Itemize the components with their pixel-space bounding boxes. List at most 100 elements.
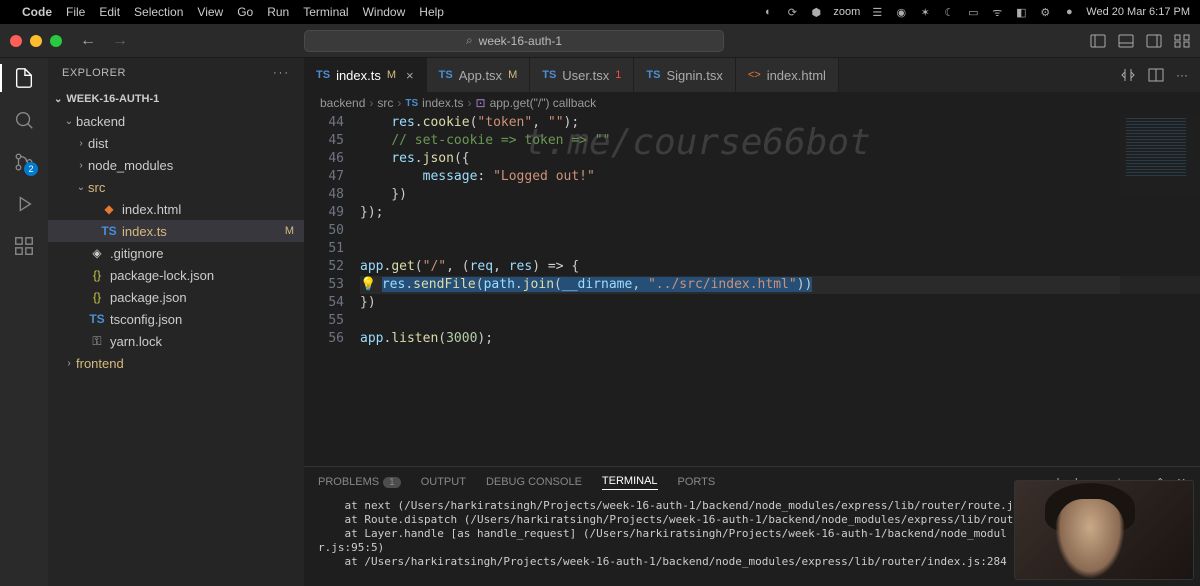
battery-icon[interactable]: ▭ — [966, 5, 980, 19]
nav-forward-button[interactable]: → — [112, 32, 128, 50]
layout-panel-icon[interactable] — [1118, 33, 1134, 49]
tree-folder[interactable]: ›node_modules — [48, 154, 304, 176]
status-icon[interactable]: ✶ — [918, 5, 932, 19]
control-center-icon[interactable]: ⚙ — [1038, 5, 1052, 19]
panel-tab-problems[interactable]: PROBLEMS 1 — [318, 476, 401, 488]
tree-file[interactable]: TSindex.tsM — [48, 220, 304, 242]
zoom-label[interactable]: zoom — [833, 6, 860, 18]
layout-sidebar-left-icon[interactable] — [1090, 33, 1106, 49]
breadcrumb-segment[interactable]: index.ts — [422, 96, 463, 110]
tab-label: Signin.tsx — [666, 68, 722, 83]
tree-label: package-lock.json — [110, 268, 304, 283]
customize-layout-icon[interactable] — [1174, 33, 1190, 49]
project-root-label: WEEK-16-AUTH-1 — [66, 93, 159, 105]
split-editor-icon[interactable] — [1148, 67, 1164, 83]
menu-run[interactable]: Run — [267, 5, 289, 19]
tab-label: App.tsx — [459, 68, 502, 83]
chevron-down-icon: ⌄ — [54, 94, 62, 105]
minimap[interactable] — [1120, 114, 1200, 466]
status-icon[interactable]: ● — [1062, 5, 1076, 19]
tree-file[interactable]: ⚿yarn.lock — [48, 330, 304, 352]
traffic-lights — [10, 35, 62, 47]
nav-back-button[interactable]: ← — [80, 32, 96, 50]
status-icon[interactable]: ◉ — [894, 5, 908, 19]
panel-tab-debug-console[interactable]: DEBUG CONSOLE — [486, 476, 582, 488]
search-icon: ⌕ — [466, 33, 473, 48]
tree-label: node_modules — [88, 158, 304, 173]
chevron-icon: ⌄ — [74, 182, 88, 193]
status-icon[interactable]: ⬢ — [809, 5, 823, 19]
menu-file[interactable]: File — [66, 5, 85, 19]
panel-tab-ports[interactable]: PORTS — [678, 476, 716, 488]
debug-tab[interactable] — [12, 192, 36, 216]
menu-selection[interactable]: Selection — [134, 5, 183, 19]
editor-tab[interactable]: TSApp.tsxM — [427, 58, 531, 92]
chevron-icon: › — [74, 160, 88, 171]
tree-file[interactable]: {}package.json — [48, 286, 304, 308]
status-icon[interactable]: ◧ — [1014, 5, 1028, 19]
sidebar-more-icon[interactable]: ··· — [273, 67, 290, 79]
tree-file[interactable]: TStsconfig.json — [48, 308, 304, 330]
sidebar: EXPLORER ··· ⌄ WEEK-16-AUTH-1 ⌄backend›d… — [48, 58, 304, 586]
macos-menubar: Code File Edit Selection View Go Run Ter… — [0, 0, 1200, 24]
editor-tab[interactable]: <>index.html — [736, 58, 839, 92]
tab-label: index.ts — [336, 68, 381, 83]
tree-label: backend — [76, 114, 304, 129]
app-name[interactable]: Code — [22, 5, 52, 19]
breadcrumb-segment[interactable]: src — [377, 96, 393, 110]
clock[interactable]: Wed 20 Mar 6:17 PM — [1086, 6, 1190, 18]
close-icon[interactable]: × — [406, 68, 414, 83]
tree-folder[interactable]: ›frontend — [48, 352, 304, 374]
editor-tab[interactable]: TSindex.tsM× — [304, 58, 427, 92]
status-icon[interactable]: ☰ — [870, 5, 884, 19]
search-text: week-16-auth-1 — [479, 34, 562, 48]
status-icon[interactable]: ⟳ — [785, 5, 799, 19]
tree-folder[interactable]: ›dist — [48, 132, 304, 154]
chevron-icon: › — [74, 138, 88, 149]
code[interactable]: res.cookie("token", ""); // set-cookie =… — [360, 114, 1200, 466]
wifi-icon[interactable]: ᯤ — [990, 5, 1004, 19]
tree-file[interactable]: ◈.gitignore — [48, 242, 304, 264]
menu-terminal[interactable]: Terminal — [303, 5, 348, 19]
tree-folder[interactable]: ⌄backend — [48, 110, 304, 132]
close-window-button[interactable] — [10, 35, 22, 47]
code-editor[interactable]: t.me/course66bot 44454647484950515253545… — [304, 114, 1200, 466]
panel-tab-output[interactable]: OUTPUT — [421, 476, 466, 488]
search-tab[interactable] — [12, 108, 36, 132]
explorer-tab[interactable] — [12, 66, 36, 90]
breadcrumb[interactable]: backend›src›TSindex.ts›⊡app.get("/") cal… — [304, 92, 1200, 114]
extensions-tab[interactable] — [12, 234, 36, 258]
scm-tab[interactable]: 2 — [12, 150, 36, 174]
tree-file[interactable]: {}package-lock.json — [48, 264, 304, 286]
tree-label: index.html — [122, 202, 304, 217]
tree-folder[interactable]: ⌄src — [48, 176, 304, 198]
menu-help[interactable]: Help — [419, 5, 444, 19]
tab-badge: M — [387, 69, 396, 81]
problems-badge: 1 — [383, 477, 401, 488]
menu-window[interactable]: Window — [363, 5, 406, 19]
status-icon[interactable]: ◐ — [761, 5, 775, 19]
minimize-window-button[interactable] — [30, 35, 42, 47]
command-center[interactable]: ⌕ week-16-auth-1 — [304, 30, 724, 52]
sidebar-title: EXPLORER — [62, 67, 126, 79]
editor-tab[interactable]: TSUser.tsx1 — [530, 58, 634, 92]
titlebar: ← → ⌕ week-16-auth-1 — [0, 24, 1200, 58]
tree-file[interactable]: ◆index.html — [48, 198, 304, 220]
maximize-window-button[interactable] — [50, 35, 62, 47]
breadcrumb-segment[interactable]: backend — [320, 96, 365, 110]
gutter: 44454647484950515253545556 — [304, 114, 360, 466]
more-icon[interactable]: ··· — [1176, 68, 1188, 82]
layout-sidebar-right-icon[interactable] — [1146, 33, 1162, 49]
moon-icon[interactable]: ☾ — [942, 5, 956, 19]
compare-changes-icon[interactable] — [1120, 67, 1136, 83]
menu-edit[interactable]: Edit — [99, 5, 120, 19]
sidebar-header: EXPLORER ··· — [48, 58, 304, 88]
menu-go[interactable]: Go — [237, 5, 253, 19]
git-status: M — [285, 225, 294, 237]
breadcrumb-segment[interactable]: app.get("/") callback — [490, 96, 597, 110]
tab-label: User.tsx — [562, 68, 609, 83]
project-root[interactable]: ⌄ WEEK-16-AUTH-1 — [48, 88, 304, 110]
panel-tab-terminal[interactable]: TERMINAL — [602, 475, 658, 490]
menu-view[interactable]: View — [197, 5, 223, 19]
editor-tab[interactable]: TSSignin.tsx — [634, 58, 735, 92]
